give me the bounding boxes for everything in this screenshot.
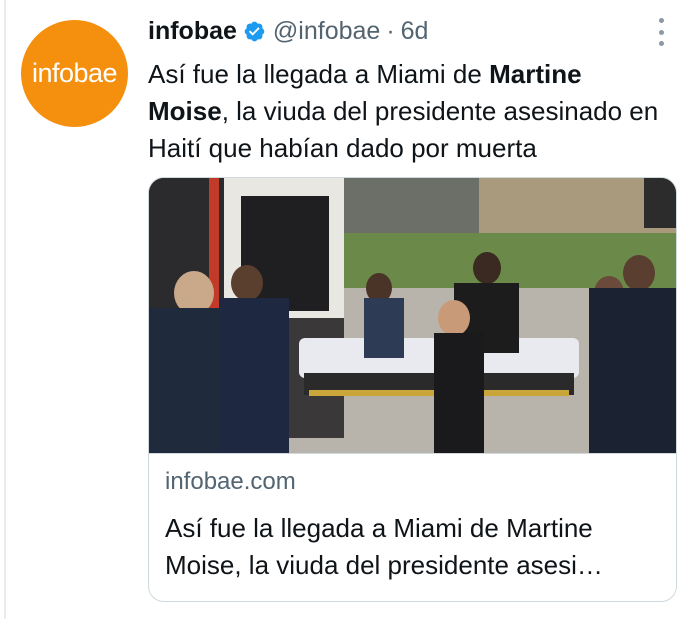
timestamp[interactable]: 6d — [401, 17, 429, 46]
link-card[interactable]: infobae.com Así fue la llegada a Miami d… — [148, 177, 677, 602]
link-card-domain: infobae.com — [165, 468, 296, 495]
link-card-title-line: Así fue la llegada a Miami de Martine — [165, 513, 593, 543]
avatar[interactable]: infobae — [21, 20, 128, 127]
link-card-title: Así fue la llegada a Miami de Martine Mo… — [165, 510, 665, 584]
verified-badge-icon — [244, 21, 265, 41]
display-name[interactable]: infobae — [148, 17, 237, 46]
news-photo — [149, 178, 676, 453]
tweet-header: infobae @infobae · 6d — [148, 14, 428, 48]
tweet-text: Así fue la llegada a Miami de Martine Mo… — [148, 56, 668, 167]
more-vertical-icon[interactable] — [656, 18, 666, 46]
separator-dot: · — [386, 16, 395, 45]
link-card-title-line: Moise, la viuda del presidente asesi… — [165, 550, 603, 580]
avatar-logo-text: infobae — [31, 58, 118, 88]
link-card-image[interactable] — [149, 178, 676, 454]
tweet-text-part: , la viuda del presidente asesinado en H… — [148, 96, 659, 163]
tweet-text-part: Así fue la llegada a Miami de — [148, 59, 490, 89]
tweet[interactable]: infobae infobae @infobae · 6d Así fue la… — [0, 0, 700, 619]
handle[interactable]: @infobae — [273, 17, 380, 46]
